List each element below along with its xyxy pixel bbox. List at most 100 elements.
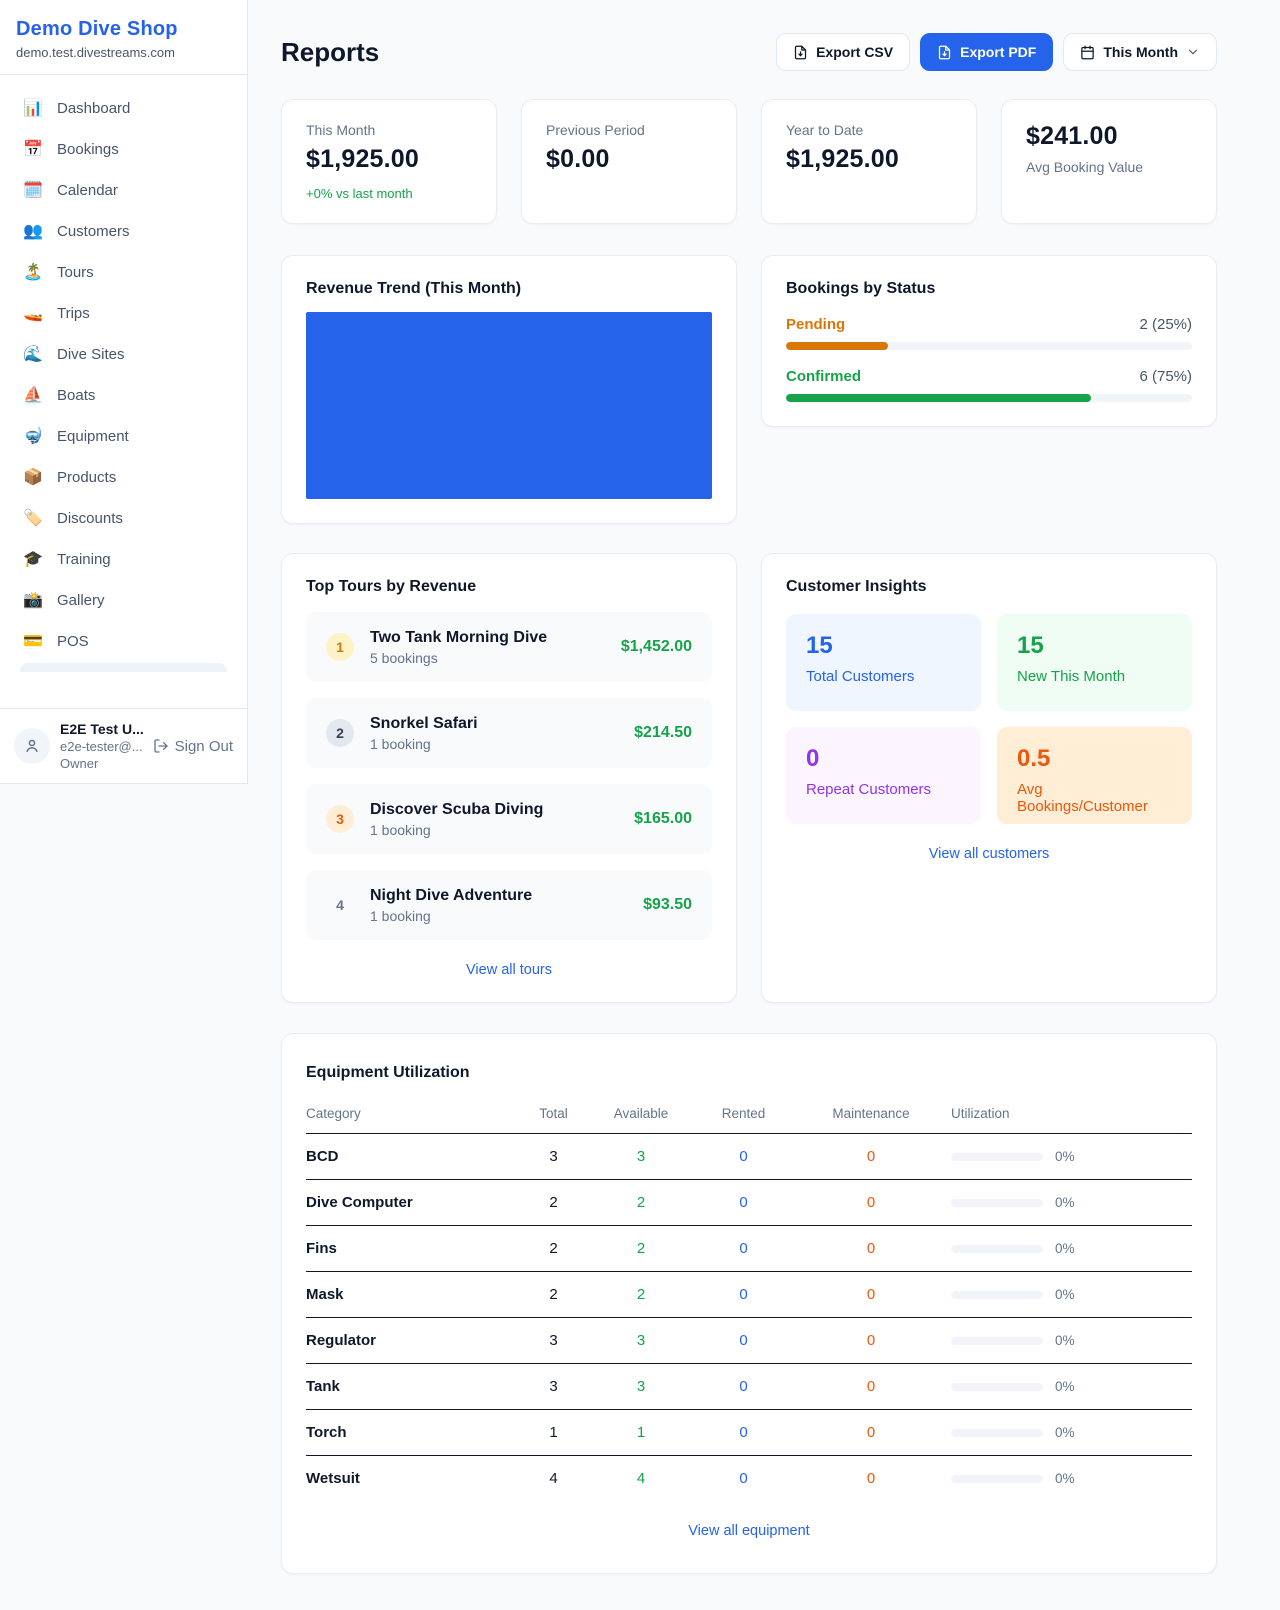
tour-row: 2 Snorkel Safari1 booking $214.50 [306,698,712,768]
stat-value: $241.00 [1026,122,1192,151]
file-download-icon [937,45,952,60]
tile-new-this-month: 15 New This Month [997,614,1192,711]
equipment-table: Category Total Available Rented Maintena… [306,1106,1192,1501]
tile-label: New This Month [1017,668,1172,685]
table-row: Wetsuit 4 4 0 0 0% [306,1456,1192,1502]
bookings-by-status-card: Bookings by Status Pending 2 (25%) Confi… [761,255,1217,427]
table-row: Regulator 3 3 0 0 0% [306,1318,1192,1364]
bar-chart-icon: 📊 [22,98,44,118]
sidebar-item-equipment[interactable]: 🤿Equipment [12,416,235,456]
sidebar-item-dive-sites[interactable]: 🌊Dive Sites [12,334,235,374]
view-all-customers-link[interactable]: View all customers [786,846,1192,862]
progress-fill [786,342,888,350]
column-header: Available [586,1106,696,1134]
equipment-utilization-card: Equipment Utilization Category Total Ava… [281,1033,1217,1574]
cell-category: Fins [306,1226,521,1272]
export-csv-button[interactable]: Export CSV [776,33,910,71]
stat-delta: +0% vs last month [306,186,472,201]
sidebar-item-calendar[interactable]: 🗓️Calendar [12,170,235,210]
tile-repeat-customers: 0 Repeat Customers [786,727,981,824]
stat-card-previous-period: Previous Period $0.00 [521,99,737,224]
logout-icon [153,738,169,754]
tour-amount: $165.00 [634,810,692,828]
sidebar-item-label: Customers [57,223,130,240]
cell-category: Wetsuit [306,1456,521,1502]
tour-bookings: 1 booking [370,736,618,752]
period-label: This Month [1103,44,1178,60]
period-dropdown[interactable]: This Month [1063,33,1217,71]
sidebar-item-discounts[interactable]: 🏷️Discounts [12,498,235,538]
status-value: 6 (75%) [1139,368,1192,385]
rank-badge: 3 [326,805,354,833]
insight-tiles: 15 Total Customers 15 New This Month 0 R… [786,614,1192,824]
export-csv-label: Export CSV [816,44,893,60]
status-label: Pending [786,316,845,333]
sidebar-item-label: Calendar [57,182,118,199]
utilization-bar [951,1153,1043,1161]
cell-rented: 0 [696,1180,791,1226]
table-row: Fins 2 2 0 0 0% [306,1226,1192,1272]
sidebar-item-tours[interactable]: 🏝️Tours [12,252,235,292]
sidebar-item-label: Bookings [57,141,119,158]
tour-row: 3 Discover Scuba Diving1 booking $165.00 [306,784,712,854]
user-section: E2E Test U... e2e-tester@... Owner Sign … [0,708,247,783]
sidebar-item-bookings[interactable]: 📅Bookings [12,129,235,169]
sidebar-item-label: Training [57,551,111,568]
sidebar-item-label: Dashboard [57,100,130,117]
view-all-equipment-link[interactable]: View all equipment [306,1523,1192,1539]
sidebar-header: Demo Dive Shop demo.test.divestreams.com [0,0,247,75]
tile-label: Repeat Customers [806,781,961,798]
utilization-percent: 0% [1055,1287,1075,1302]
cell-total: 3 [521,1318,586,1364]
avatar [14,728,50,764]
cell-total: 3 [521,1134,586,1180]
view-all-tours-link[interactable]: View all tours [306,962,712,978]
utilization-percent: 0% [1055,1149,1075,1164]
status-value: 2 (25%) [1139,316,1192,333]
utilization-percent: 0% [1055,1471,1075,1486]
cell-available: 3 [586,1364,696,1410]
cell-maintenance: 0 [791,1456,951,1502]
cell-maintenance: 0 [791,1318,951,1364]
sidebar-item-label: Equipment [57,428,129,445]
utilization-percent: 0% [1055,1333,1075,1348]
cell-category: BCD [306,1134,521,1180]
sidebar-item-training[interactable]: 🎓Training [12,539,235,579]
sidebar-item-trips[interactable]: 🚤Trips [12,293,235,333]
user-email: e2e-tester@... [60,739,143,754]
cell-available: 1 [586,1410,696,1456]
sidebar-item-dashboard[interactable]: 📊 Dashboard [12,88,235,128]
status-row-pending: Pending 2 (25%) [786,316,1192,350]
tour-row: 1 Two Tank Morning Dive5 bookings $1,452… [306,612,712,682]
cell-maintenance: 0 [791,1272,951,1318]
package-icon: 📦 [22,467,44,487]
utilization-bar [951,1245,1043,1253]
export-pdf-button[interactable]: Export PDF [920,33,1053,71]
cell-category: Mask [306,1272,521,1318]
sidebar-item-boats[interactable]: ⛵Boats [12,375,235,415]
sidebar-item-products[interactable]: 📦Products [12,457,235,497]
tile-avg-bookings: 0.5 Avg Bookings/Customer [997,727,1192,824]
cell-rented: 0 [696,1364,791,1410]
sidebar-item-reports-partial[interactable] [20,663,227,672]
column-header: Category [306,1106,521,1134]
cell-maintenance: 0 [791,1364,951,1410]
revenue-trend-title: Revenue Trend (This Month) [306,280,712,298]
stat-card-avg-booking-value: $241.00 Avg Booking Value [1001,99,1217,224]
cell-available: 3 [586,1318,696,1364]
sidebar-item-customers[interactable]: 👥Customers [12,211,235,251]
sign-out-button[interactable]: Sign Out [153,738,233,755]
stat-card-this-month: This Month $1,925.00 +0% vs last month [281,99,497,224]
tile-value: 15 [1017,632,1172,660]
customer-insights-card: Customer Insights 15 Total Customers 15 … [761,553,1217,1003]
progress-fill [786,394,1091,402]
tile-total-customers: 15 Total Customers [786,614,981,711]
sidebar-item-gallery[interactable]: 📸Gallery [12,580,235,620]
tile-value: 15 [806,632,961,660]
sidebar-item-pos[interactable]: 💳POS [12,621,235,661]
tour-name: Snorkel Safari [370,715,618,733]
table-header-row: Category Total Available Rented Maintena… [306,1106,1192,1134]
camera-icon: 📸 [22,590,44,610]
tour-row: 4 Night Dive Adventure1 booking $93.50 [306,870,712,940]
cell-category: Torch [306,1410,521,1456]
